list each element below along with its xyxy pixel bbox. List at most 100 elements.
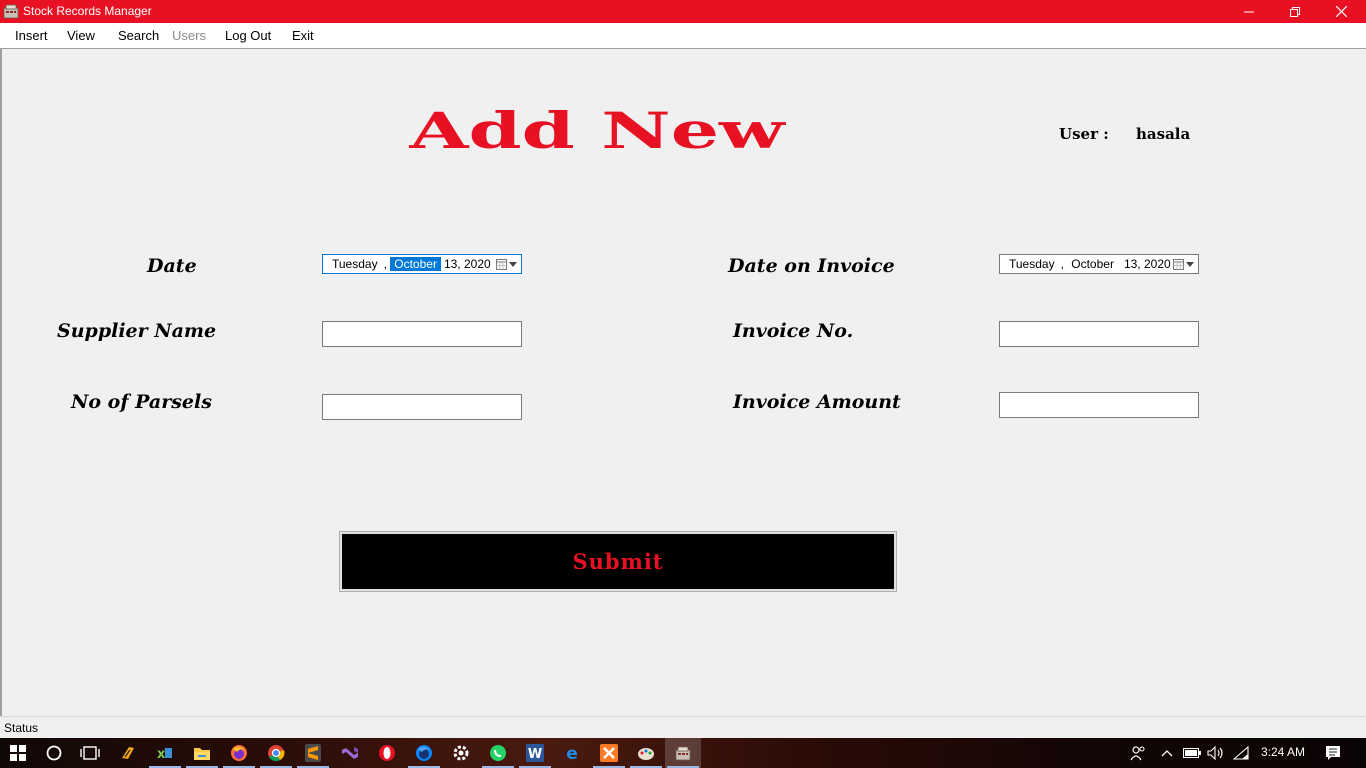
firefox-icon	[231, 745, 247, 761]
start-button[interactable]	[0, 738, 36, 768]
tray-show-hidden[interactable]	[1158, 745, 1176, 761]
invoice-no-label: Invoice No.	[733, 320, 854, 342]
date-picker[interactable]: Tuesday , October 13, 2020	[322, 254, 522, 274]
chevron-up-icon	[1161, 750, 1173, 757]
menu-bar: Insert View Search Users Log Out Exit	[0, 23, 1366, 49]
tray-volume[interactable]	[1207, 745, 1225, 761]
chevron-down-icon	[509, 262, 517, 267]
menu-search[interactable]: Search	[118, 28, 159, 43]
settings-gear-icon	[453, 745, 469, 761]
paint-icon	[638, 748, 654, 760]
invoice-date-separator: ,	[1060, 257, 1068, 271]
page-title: Add New	[408, 102, 787, 158]
stock-records-app-icon	[675, 746, 691, 760]
invoice-date-dropdown-button[interactable]	[1173, 257, 1195, 272]
supplier-name-input[interactable]	[322, 321, 522, 347]
date-on-invoice-label: Date on Invoice	[728, 255, 895, 277]
search-button[interactable]	[36, 738, 72, 768]
menu-users[interactable]: Users	[172, 28, 206, 43]
taskbar-firefox-developer[interactable]	[406, 738, 442, 768]
parcels-input[interactable]	[322, 394, 522, 420]
taskbar-word[interactable]: W	[517, 738, 553, 768]
wifi-icon	[1233, 746, 1249, 760]
taskbar-xampp[interactable]	[591, 738, 627, 768]
restore-icon	[1290, 6, 1300, 17]
invoice-amount-label: Invoice Amount	[733, 391, 901, 413]
task-view-button[interactable]	[72, 738, 108, 768]
firefox-developer-icon	[416, 745, 432, 761]
menu-view[interactable]: View	[67, 28, 95, 43]
chrome-icon	[268, 745, 285, 762]
winrar-icon: x	[157, 747, 172, 761]
calendar-icon	[1173, 259, 1184, 270]
date-month[interactable]: October	[390, 257, 441, 271]
date-day-year[interactable]: 13, 2020	[444, 257, 491, 271]
date-label: Date	[147, 255, 197, 277]
sublime-text-icon	[305, 744, 321, 762]
svg-text:Add New: Add New	[408, 102, 787, 158]
taskbar-file-explorer[interactable]	[184, 738, 220, 768]
menu-exit[interactable]: Exit	[292, 28, 314, 43]
date-weekday[interactable]: Tuesday	[332, 257, 378, 271]
taskbar-chrome[interactable]	[258, 738, 294, 768]
search-circle-icon	[46, 745, 62, 761]
xampp-icon	[600, 744, 618, 762]
invoice-date-day-year[interactable]: 13, 2020	[1124, 257, 1171, 271]
tray-wifi[interactable]	[1232, 745, 1250, 761]
people-icon	[1130, 746, 1145, 761]
title-bar: Stock Records Manager	[0, 0, 1366, 23]
invoice-date-picker[interactable]: Tuesday , October 13, 2020	[999, 254, 1199, 274]
stock-records-app-icon	[3, 4, 19, 19]
chevron-down-icon	[1186, 262, 1194, 267]
menu-insert[interactable]: Insert	[15, 28, 48, 43]
taskbar-edge[interactable]: e	[554, 738, 590, 768]
whatsapp-icon	[490, 745, 506, 761]
menu-log-out[interactable]: Log Out	[225, 28, 271, 43]
file-explorer-icon	[194, 747, 210, 760]
svg-text:x: x	[157, 747, 166, 761]
taskbar-whatsapp[interactable]	[480, 738, 516, 768]
date-separator: ,	[383, 257, 391, 271]
supplier-name-label: Supplier Name	[57, 320, 217, 342]
taskbar-settings[interactable]	[443, 738, 479, 768]
date-dropdown-button[interactable]	[496, 257, 518, 272]
invoice-no-input[interactable]	[999, 321, 1199, 347]
submit-button[interactable]: Submit	[342, 534, 894, 589]
edge-icon: e	[566, 744, 578, 762]
taskbar-clock[interactable]: 3:24 AM	[1261, 745, 1305, 759]
invoice-date-weekday[interactable]: Tuesday	[1009, 257, 1055, 271]
calendar-icon	[496, 259, 507, 270]
submit-button-frame: Submit	[339, 531, 897, 592]
word-icon: W	[526, 744, 544, 762]
task-view-icon	[80, 746, 100, 760]
minimize-icon	[1244, 11, 1254, 12]
battery-icon	[1183, 748, 1201, 758]
minimize-button[interactable]	[1226, 0, 1272, 23]
taskbar: x W e 3:24 AM	[0, 738, 1366, 768]
close-button[interactable]	[1318, 0, 1364, 23]
taskbar-paint[interactable]	[628, 738, 664, 768]
svg-text:e: e	[566, 744, 578, 762]
tray-battery[interactable]	[1183, 745, 1201, 761]
status-bar: Status	[0, 716, 1366, 738]
invoice-date-month[interactable]: October	[1071, 257, 1114, 271]
user-label: User :	[1059, 125, 1109, 143]
start-icon	[10, 745, 26, 761]
close-icon	[1335, 6, 1347, 17]
opera-icon	[379, 745, 395, 761]
tray-people[interactable]	[1129, 745, 1147, 761]
taskbar-fl-studio[interactable]	[110, 738, 146, 768]
submit-label: Submit	[572, 549, 664, 574]
invoice-amount-input[interactable]	[999, 392, 1199, 418]
taskbar-opera[interactable]	[369, 738, 405, 768]
action-center-button[interactable]	[1324, 745, 1342, 761]
svg-text:W: W	[528, 747, 542, 762]
taskbar-visual-studio[interactable]	[332, 738, 368, 768]
notification-icon	[1326, 746, 1340, 760]
taskbar-firefox[interactable]	[221, 738, 257, 768]
window-title: Stock Records Manager	[23, 4, 152, 18]
restore-button[interactable]	[1272, 0, 1318, 23]
taskbar-stock-records[interactable]	[665, 738, 701, 768]
taskbar-winrar[interactable]: x	[147, 738, 183, 768]
taskbar-sublime-text[interactable]	[295, 738, 331, 768]
